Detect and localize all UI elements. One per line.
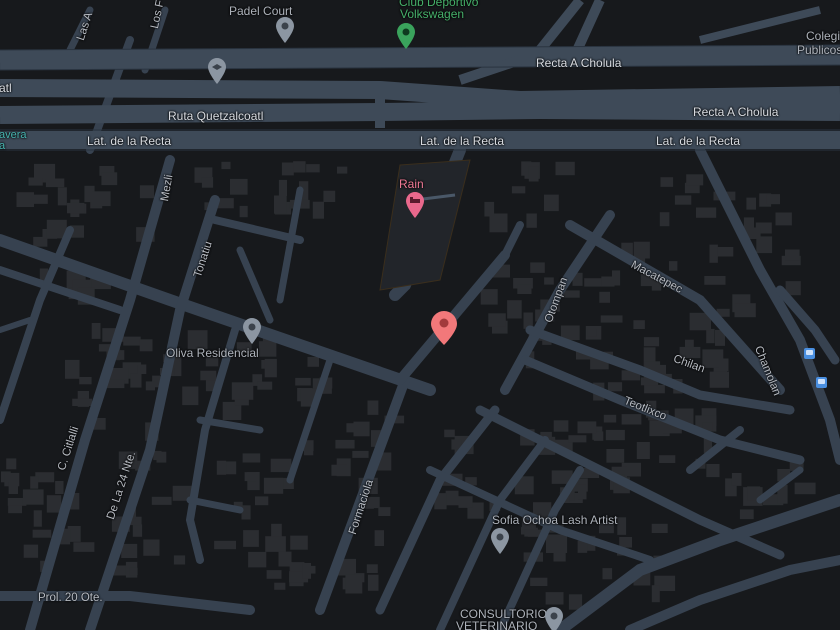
place-label-left-edge-1[interactable]: avera	[0, 130, 27, 141]
map-base-layer	[0, 0, 840, 630]
place-label-volkswagen[interactable]: Volkswagen	[400, 8, 464, 20]
pink-hotel-pin-icon[interactable]	[406, 192, 424, 218]
red-location-pin-icon[interactable]	[431, 311, 457, 345]
bus-stop-icon[interactable]	[804, 348, 815, 359]
place-label-left-edge-2[interactable]: a	[0, 141, 5, 152]
road-label-recta-a-cholula-top: Recta A Cholula	[536, 56, 622, 70]
place-label-publicos[interactable]: Publicos	[797, 43, 840, 57]
place-label-padel-court[interactable]: Padel Court	[229, 4, 292, 18]
gray-place-pin-icon[interactable]	[276, 17, 294, 43]
map-canvas[interactable]: Recta A Cholula Recta A Cholula Ruta Que…	[0, 0, 840, 630]
road-label-ruta-quetzalcoatl: Ruta Quetzalcoatl	[168, 109, 264, 123]
road-label-lat-de-la-recta-right: Lat. de la Recta	[656, 134, 741, 148]
gray-place-pin-oliva-icon[interactable]	[243, 318, 261, 344]
gray-place-pin-consultorio-icon[interactable]	[545, 607, 563, 630]
place-label-sofia-ochoa[interactable]: Sofia Ochoa Lash Artist	[492, 513, 617, 527]
road-label-left-edge: atl	[0, 81, 12, 95]
place-label-rain[interactable]: Rain	[399, 177, 424, 191]
place-label-oliva-residencial[interactable]: Oliva Residencial	[166, 346, 259, 360]
street-label-prol-20-ote: Prol. 20 Ote.	[38, 592, 103, 604]
bus-stop-icon-2[interactable]	[816, 377, 827, 388]
road-label-lat-de-la-recta-left: Lat. de la Recta	[87, 134, 172, 148]
green-sport-pin-icon[interactable]	[397, 23, 415, 49]
place-label-colegio[interactable]: Colegio	[806, 29, 840, 43]
gray-place-pin-sofia-icon[interactable]	[491, 528, 509, 554]
school-pin-icon[interactable]	[208, 58, 226, 84]
road-label-recta-a-cholula-bottom: Recta A Cholula	[693, 105, 779, 119]
place-label-veterinario[interactable]: VETERINARIO	[456, 619, 537, 630]
road-label-lat-de-la-recta-center: Lat. de la Recta	[420, 134, 505, 148]
